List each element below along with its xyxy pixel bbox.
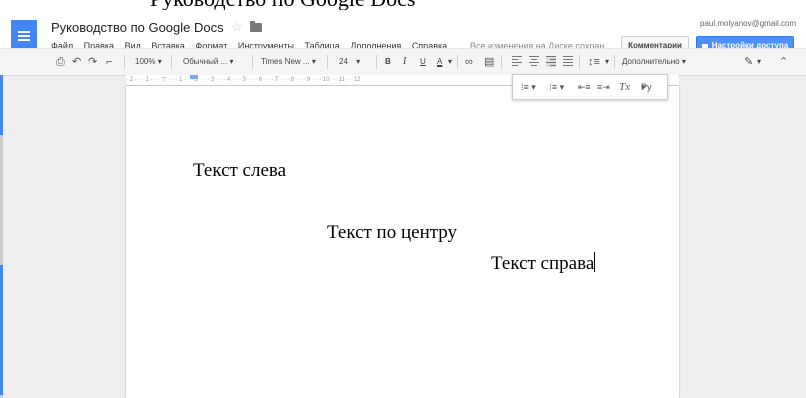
text-line-center[interactable]: Текст по центру bbox=[327, 222, 457, 244]
chevron-down-icon: ▾ bbox=[157, 57, 162, 66]
toolbar: ⎙ ↶ ↷ ⌐ 100% ▾ Обычный ... ▾ Times New .… bbox=[0, 48, 806, 76]
chevron-down-icon: ▾ bbox=[356, 57, 361, 66]
clear-formatting-icon[interactable]: Tx bbox=[619, 75, 630, 99]
font-size-select[interactable]: 24 ▾ bbox=[339, 49, 360, 75]
text-line-right: Текст справа bbox=[491, 253, 595, 274]
text-color-button[interactable]: A bbox=[437, 49, 442, 75]
font-select[interactable]: Times New ... ▾ bbox=[261, 49, 316, 75]
chevron-down-icon[interactable]: ▾ bbox=[448, 49, 452, 75]
chevron-down-icon: ▾ bbox=[311, 57, 316, 66]
comment-icon[interactable]: ▤ bbox=[484, 49, 494, 75]
bold-button[interactable]: B bbox=[385, 49, 391, 75]
chevron-down-icon[interactable]: ▾ bbox=[757, 49, 761, 75]
input-tools-label: Ру bbox=[641, 82, 652, 92]
align-left-icon[interactable] bbox=[512, 56, 522, 67]
ruler-ticks: · 2 · · · 1 · · · ▽ · · · 1 · · · 2 · · … bbox=[126, 77, 361, 83]
collapse-icon[interactable]: ⌃ bbox=[779, 49, 788, 75]
text-cursor bbox=[594, 252, 596, 272]
font-value: Times New ... bbox=[261, 57, 310, 66]
document-page[interactable]: Текст слева Текст по центру Текст справа bbox=[126, 86, 679, 398]
align-right-icon[interactable] bbox=[546, 56, 556, 67]
style-select[interactable]: Обычный ... ▾ bbox=[183, 49, 234, 75]
undo-icon[interactable]: ↶ bbox=[72, 49, 81, 75]
more-label: Дополнительно bbox=[622, 57, 680, 66]
underline-button[interactable]: U bbox=[420, 49, 426, 75]
link-icon[interactable]: ∞ bbox=[465, 49, 473, 75]
top-strip: Руководство по Google Docs bbox=[0, 0, 806, 10]
indent-marker[interactable] bbox=[190, 75, 198, 79]
zoom-value: 100% bbox=[135, 57, 156, 66]
decrease-indent-icon[interactable]: ⇤≡ bbox=[578, 75, 591, 99]
align-center-icon[interactable] bbox=[529, 56, 539, 67]
bulleted-list-icon[interactable]: ⁝≡ ▾ bbox=[549, 75, 564, 99]
input-tools-button[interactable]: Ру ▾ bbox=[641, 75, 652, 99]
folder-icon[interactable] bbox=[250, 21, 262, 32]
user-email[interactable]: paul.molyanov@gmail.com bbox=[700, 19, 796, 28]
chevron-down-icon: ▾ bbox=[681, 57, 686, 66]
print-icon[interactable]: ⎙ bbox=[56, 49, 65, 75]
line-spacing-icon[interactable]: ↕≡ bbox=[588, 49, 600, 75]
justify-icon[interactable] bbox=[563, 56, 573, 67]
chevron-down-icon[interactable]: ▾ bbox=[605, 49, 609, 75]
zoom-select[interactable]: 100% ▾ bbox=[135, 49, 162, 75]
italic-button[interactable]: I bbox=[403, 49, 406, 75]
chevron-down-icon: ▾ bbox=[229, 57, 234, 66]
numbered-list-icon[interactable]: ⁞≡ ▾ bbox=[521, 75, 536, 99]
pencil-icon[interactable]: ✎ bbox=[744, 49, 753, 75]
star-icon[interactable]: ☆ bbox=[231, 19, 243, 35]
paint-format-icon[interactable]: ⌐ bbox=[106, 49, 112, 75]
style-value: Обычный ... bbox=[183, 57, 228, 66]
redo-icon[interactable]: ↷ bbox=[88, 49, 97, 75]
text-line-left[interactable]: Текст слева bbox=[193, 160, 286, 182]
header: Руководство по Google Docs ☆ paul.molyan… bbox=[0, 10, 806, 56]
increase-indent-icon[interactable]: ≡⇥ bbox=[597, 75, 610, 99]
list-toolbar-popup: ⁞≡ ▾ ⁝≡ ▾ ⇤≡ ≡⇥ Tx Ру ▾ bbox=[512, 74, 668, 100]
top-strip-text: Руководство по Google Docs bbox=[150, 0, 415, 10]
left-edge bbox=[0, 75, 3, 398]
more-button[interactable]: Дополнительно ▾ bbox=[622, 49, 686, 75]
document-title[interactable]: Руководство по Google Docs bbox=[51, 20, 224, 35]
text-line-right-wrap[interactable]: Текст справа bbox=[491, 252, 596, 275]
font-size-value: 24 bbox=[339, 57, 348, 66]
